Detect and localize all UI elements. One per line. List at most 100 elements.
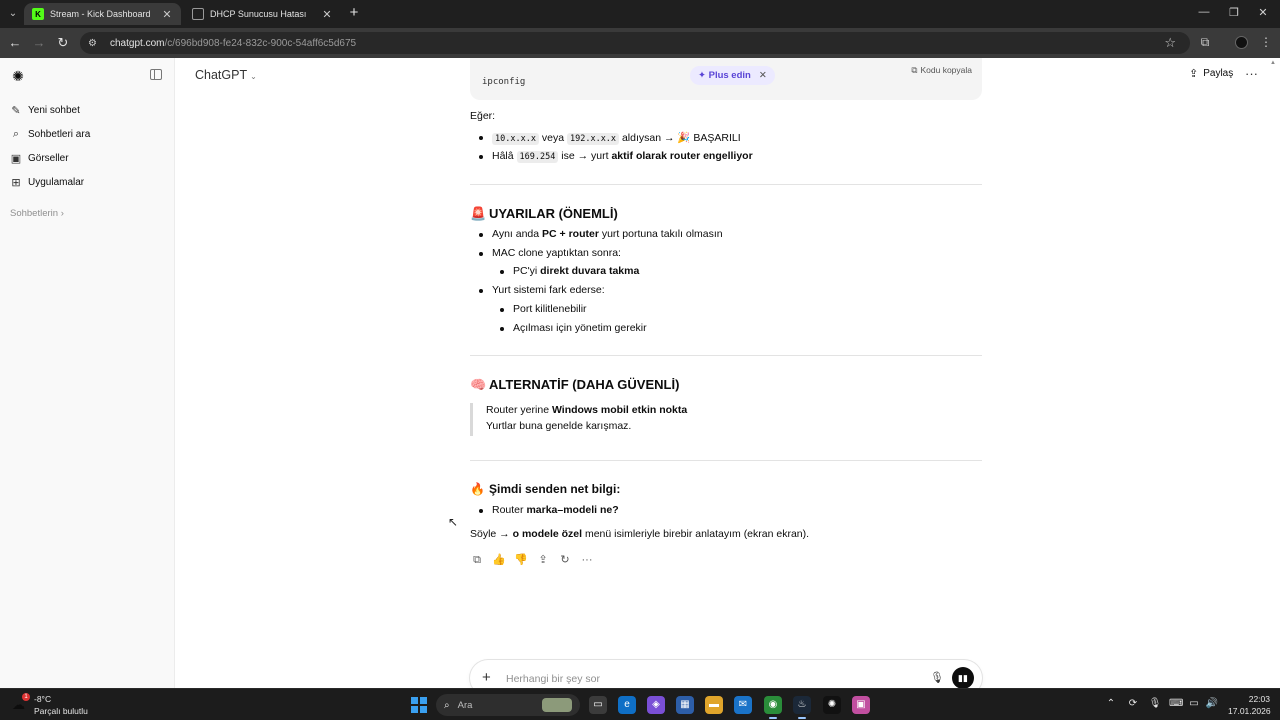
warnings-heading: 🚨 UYARILAR (ÖNEMLİ): [470, 206, 618, 222]
divider: [470, 355, 982, 356]
upgrade-plus-button[interactable]: ✦ Plus edin ✕: [690, 66, 775, 85]
steam-icon[interactable]: ♨: [793, 696, 811, 719]
tab-dhcp-error[interactable]: DHCP Sunucusu Hatası ✕: [184, 3, 341, 25]
taskbar-search[interactable]: ⌕ Ara: [436, 694, 580, 716]
tab-title: DHCP Sunucusu Hatası: [210, 9, 307, 19]
brain-icon: 🧠: [470, 377, 487, 392]
chats-section-header[interactable]: Sohbetlerin ›: [10, 208, 64, 219]
regenerate-icon[interactable]: ↻: [558, 553, 572, 567]
edge-icon[interactable]: e: [618, 696, 636, 714]
bullet: [500, 327, 504, 331]
divider: [470, 184, 982, 185]
voice-mode-icon[interactable]: ▮▮: [952, 667, 974, 689]
bold-text: PC + router: [542, 228, 599, 240]
list-item: Aynı anda PC + router yurt portuna takıl…: [492, 228, 723, 240]
text: Hâlâ: [492, 150, 514, 162]
app-icon[interactable]: ▣: [852, 696, 870, 714]
attach-plus-icon[interactable]: +: [482, 669, 491, 686]
composer-input[interactable]: Herhangi bir şey sor: [506, 673, 600, 685]
sidebar-item-apps[interactable]: ⊞ Uygulamalar: [10, 173, 84, 191]
quote-line: Router yerine Windows mobil etkin nokta: [486, 404, 687, 416]
tab-close-icon[interactable]: ✕: [321, 8, 333, 21]
list-item: Açılması için yönetim gerekir: [513, 322, 647, 334]
sidebar: ✺ ✎ Yeni sohbet ⌕ Sohbetleri ara ▣ Görse…: [0, 58, 175, 688]
tab-kick-dashboard[interactable]: K Stream - Kick Dashboard ✕: [24, 3, 181, 25]
bookmark-star-icon[interactable]: ☆: [1164, 35, 1176, 51]
closing-paragraph: Söyle → o modele özel menü isimleriyle b…: [470, 528, 809, 540]
back-icon[interactable]: ←: [7, 35, 23, 51]
text: BAŞARILI: [693, 132, 741, 144]
text: veya: [541, 132, 565, 144]
browser-toolbar: ← → ↻ ⚙ chatgpt.com/c/696bd908-fe24-832c…: [0, 28, 1280, 58]
address-bar[interactable]: ⚙ chatgpt.com/c/696bd908-fe24-832c-900c-…: [80, 32, 1190, 54]
minimize-icon[interactable]: —: [1197, 6, 1211, 18]
thumbs-down-icon[interactable]: 👎: [514, 553, 528, 567]
weather-badge: 1: [22, 693, 30, 701]
windows-start-icon[interactable]: [411, 697, 427, 713]
microphone-icon[interactable]: 🎙: [930, 671, 944, 684]
siren-icon: 🚨: [470, 206, 487, 221]
tray-overflow-chevron-icon[interactable]: ⌃: [1104, 698, 1118, 709]
sidebar-item-new-chat[interactable]: ✎ Yeni sohbet: [10, 101, 80, 119]
thumbs-up-icon[interactable]: 👍: [492, 553, 506, 567]
mail-icon[interactable]: ✉: [734, 696, 752, 714]
store-icon[interactable]: ▦: [676, 696, 694, 714]
mouse-cursor-icon: ↖: [448, 515, 459, 529]
more-icon[interactable]: ···: [580, 553, 594, 567]
new-tab-icon[interactable]: +: [346, 5, 362, 21]
sidebar-item-search-chats[interactable]: ⌕ Sohbetleri ara: [10, 125, 90, 143]
site-info-icon[interactable]: ⚙: [88, 38, 102, 49]
bold-text: direkt duvara takma: [540, 265, 640, 277]
task-view-icon[interactable]: ▭: [589, 696, 607, 714]
search-icon: ⌕: [12, 127, 20, 140]
extensions-icon[interactable]: ⧉: [1197, 35, 1213, 50]
profile-avatar[interactable]: [1235, 36, 1248, 49]
dismiss-icon[interactable]: ✕: [759, 70, 767, 81]
share-button[interactable]: ⇪ Paylaş: [1189, 67, 1233, 80]
bold-text: marka–modeli ne?: [526, 504, 619, 516]
chrome-icon[interactable]: ◉: [764, 696, 782, 719]
tray-volume-icon[interactable]: 🔊: [1205, 698, 1219, 709]
tray-keyboard-icon[interactable]: ⌨: [1169, 698, 1183, 709]
copilot-icon[interactable]: ◈: [647, 696, 665, 714]
restore-icon[interactable]: ❐: [1227, 6, 1241, 19]
bullet: [479, 509, 483, 513]
list-item: PC'yi direkt duvara takma: [513, 265, 639, 277]
bullet: [479, 155, 483, 159]
window-close-icon[interactable]: ✕: [1256, 6, 1270, 19]
share-icon[interactable]: ⇪: [536, 553, 550, 567]
sidebar-item-images[interactable]: ▣ Görseller: [10, 149, 69, 167]
plus-label: Plus edin: [708, 70, 751, 81]
tray-network-icon[interactable]: ▭: [1187, 698, 1201, 709]
more-options-icon[interactable]: ···: [1245, 66, 1258, 81]
sidebar-toggle-icon[interactable]: [150, 69, 162, 80]
clock-time[interactable]: 22:03: [1228, 694, 1270, 704]
openai-logo-icon[interactable]: ✺: [10, 68, 26, 84]
list-item: 10.x.x.x veya 192.x.x.x aldıysan → 🎉 BAŞ…: [492, 131, 741, 145]
browser-menu-icon[interactable]: ⋮: [1258, 35, 1274, 49]
forward-icon[interactable]: →: [31, 35, 47, 51]
model-selector[interactable]: ChatGPT ⌄: [195, 68, 257, 82]
sidebar-item-label: Görseller: [28, 152, 69, 164]
tab-close-icon[interactable]: ✕: [161, 8, 173, 21]
copy-code-label: Kodu kopyala: [920, 65, 972, 75]
share-icon: ⇪: [1189, 68, 1199, 80]
bold-text: Windows mobil etkin nokta: [551, 404, 688, 416]
quote-line: Yurtlar buna genelde karışmaz.: [486, 420, 632, 432]
chatgpt-app-icon[interactable]: ✺: [823, 696, 841, 714]
bullet: [500, 308, 504, 312]
scroll-up-arrow-icon[interactable]: ▲: [1270, 60, 1276, 66]
divider: [470, 460, 982, 461]
file-explorer-icon[interactable]: ▬: [705, 696, 723, 714]
tray-microphone-icon[interactable]: 🎙: [1148, 698, 1162, 709]
copy-code-button[interactable]: ⧉ Kodu kopyala: [911, 65, 972, 76]
tray-sync-icon[interactable]: ⟳: [1126, 698, 1140, 709]
info-heading: 🔥 Şimdi senden net bilgi:: [470, 482, 620, 496]
list-item: MAC clone yaptıktan sonra:: [492, 247, 621, 259]
clock-date[interactable]: 17.01.2026: [1228, 706, 1271, 716]
list-item: Router marka–modeli ne?: [492, 504, 619, 516]
reload-icon[interactable]: ↻: [55, 35, 71, 51]
copy-icon[interactable]: ⧉: [470, 553, 484, 567]
tab-search-chevron-icon[interactable]: ⌄: [6, 6, 20, 22]
list-item: Hâlâ 169.254 ise → yurt aktif olarak rou…: [492, 150, 753, 163]
